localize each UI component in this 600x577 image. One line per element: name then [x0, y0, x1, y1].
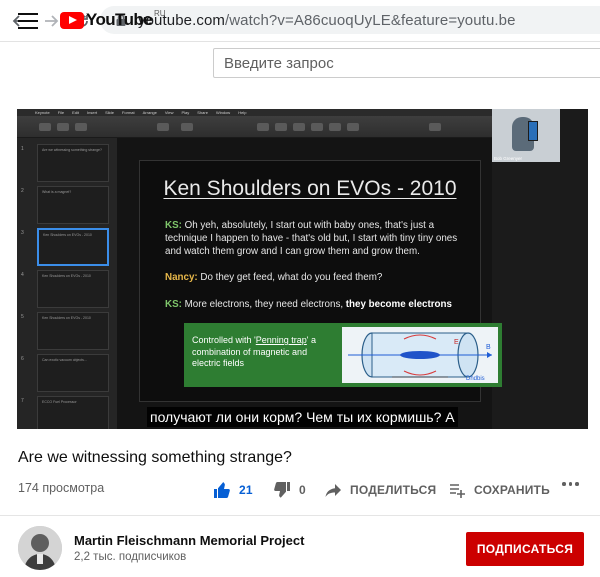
forward-arrow-icon — [45, 14, 59, 27]
keynote-menu-item: Arrange — [142, 110, 157, 115]
keynote-menu-item: Format — [121, 110, 135, 115]
keynote-menu-item: Edit — [72, 110, 80, 115]
url-path: /watch?v=A86cuoqUyLE&feature=youtu.be — [224, 11, 516, 29]
webcam-overlay: Bob Greenyer — [492, 109, 560, 162]
diagram-credit: Dhdbis — [466, 376, 485, 382]
slide-thumbnail-number: 1 — [21, 146, 24, 152]
slide-thumbnail-label: ECCO Fuel Processor — [42, 400, 77, 404]
video-title: Are we witnessing something strange? — [18, 449, 292, 466]
share-button[interactable]: ПОДЕЛИТЬСЯ — [324, 481, 436, 499]
quote-text: Oh yeh, absolutely, I start out with bab… — [165, 220, 458, 257]
like-button[interactable]: 21 — [213, 481, 253, 499]
slide-paragraph-2: Nancy: Do they get feed, what do you fee… — [165, 271, 465, 284]
video-player[interactable]: Keynote File Edit Insert Slide Format Arrange V… — [17, 109, 588, 429]
slide-thumbnail-label: Ken Shoulders on EVOs - 2010 — [43, 233, 92, 237]
channel-avatar[interactable] — [18, 526, 62, 570]
save-button[interactable]: СОХРАНИТЬ — [448, 481, 550, 499]
view-count: 174 просмотра — [18, 481, 105, 495]
keynote-toolbar — [17, 116, 492, 138]
keynote-slide-navigator: 1 Are we witnessing something strange? 2 Wh… — [17, 138, 117, 429]
like-count: 21 — [239, 483, 253, 497]
logo-text: YouTube — [86, 10, 153, 29]
slide-thumbnail-number: 4 — [21, 272, 24, 278]
keynote-menu-item: File — [57, 110, 65, 115]
keynote-menubar: Keynote File Edit Insert Slide Format Arrange V… — [17, 109, 492, 116]
slide-paragraph-3: KS: More electrons, they need electrons,… — [165, 298, 465, 311]
slide-thumbnail-number: 3 — [21, 230, 24, 236]
video-subtitle: получают ли они корм? Чем ты их кормишь?… — [147, 407, 458, 427]
keynote-menu-item: Slide — [105, 110, 114, 115]
slide-paragraph-1: KS: Oh yeh, absolutely, I start out with… — [165, 219, 465, 258]
save-label: СОХРАНИТЬ — [474, 483, 550, 497]
slide-thumbnail: ECCO Fuel Processor — [37, 396, 109, 429]
forward-button[interactable] — [40, 10, 62, 32]
slide-thumbnail-label: Ken Shoulders on EVOs - 2010 — [42, 316, 91, 320]
quote-text: Do they get feed, what do you feed them? — [197, 272, 383, 283]
keynote-menu-item: Help — [238, 110, 247, 115]
slide-thumbnail: Are we witnessing something strange? — [37, 144, 109, 182]
channel-name[interactable]: Martin Fleischmann Memorial Project — [74, 533, 304, 548]
slide-thumbnail-number: 7 — [21, 398, 24, 404]
logo-region: RU — [154, 8, 166, 18]
speaker-ks: KS: — [165, 220, 182, 231]
share-icon — [325, 484, 341, 497]
keynote-menu-item: Window — [215, 110, 231, 115]
keynote-menu-item: View — [164, 110, 174, 115]
thumbs-up-icon — [214, 482, 230, 498]
playlist-add-icon — [450, 484, 465, 498]
speaker-ks: KS: — [165, 299, 182, 310]
keynote-menu-item: Play — [181, 110, 190, 115]
quote-bold: they become electrons — [345, 299, 452, 310]
dislike-button[interactable]: 0 — [273, 481, 306, 499]
search-input[interactable] — [213, 48, 600, 78]
speaker-nancy: Nancy: — [165, 272, 198, 283]
keynote-menu-item: Keynote — [35, 110, 50, 115]
slide-thumbnail: Can exotic vacuum objects... — [37, 354, 109, 392]
slide-thumbnail-number: 2 — [21, 188, 24, 194]
phone-screen — [528, 121, 538, 141]
slide-thumbnail: Ken Shoulders on EVOs - 2010 — [37, 270, 109, 308]
avatar-photo — [18, 526, 62, 570]
address-bar[interactable]: youtube.com/watch?v=A86cuoqUyLE&feature=… — [100, 6, 600, 34]
slide-thumbnail: What is a magnet? — [37, 186, 109, 224]
youtube-play-icon — [60, 11, 84, 29]
menu-icon[interactable] — [18, 13, 38, 29]
slide-title: Ken Shoulders on EVOs - 2010 — [163, 177, 457, 200]
share-label: ПОДЕЛИТЬСЯ — [350, 483, 437, 497]
keynote-menu-item: Insert — [87, 110, 98, 115]
slide-canvas: Ken Shoulders on EVOs - 2010 KS: Oh yeh,… — [139, 160, 502, 402]
webcam-name: Bob Greenyer — [494, 156, 523, 161]
subscriber-count: 2,2 тыс. подписчиков — [74, 551, 187, 563]
divider — [0, 515, 600, 516]
slide-thumbnail-label: What is a magnet? — [42, 190, 72, 194]
slide-thumbnail-number: 5 — [21, 314, 24, 320]
diagram-label-e: E — [454, 339, 459, 346]
slide-thumbnail-label: Are we witnessing something strange? — [42, 148, 102, 152]
dislike-count: 0 — [299, 483, 306, 497]
thumbs-down-icon — [274, 482, 290, 498]
slide-thumbnail-number: 6 — [21, 356, 24, 362]
penning-trap-box: Controlled with 'Penning trap' a combina… — [184, 323, 502, 387]
url-text: youtube.com/watch?v=A86cuoqUyLE&feature=… — [138, 12, 516, 29]
slide-thumbnail-label: Can exotic vacuum objects... — [42, 358, 87, 362]
quote-text: More electrons, they need electrons, — [181, 299, 346, 310]
penning-trap-text: Controlled with 'Penning trap' a combina… — [192, 335, 317, 368]
penning-trap-diagram: E B Dhdbis — [342, 327, 498, 383]
subscribe-button[interactable]: ПОДПИСАТЬСЯ — [466, 532, 584, 566]
slide-thumbnail: Ken Shoulders on EVOs - 2010 — [37, 312, 109, 350]
slide-thumbnail: Ken Shoulders on EVOs - 2010 — [37, 228, 109, 266]
diagram-label-b: B — [486, 344, 491, 351]
keynote-menu-item: Share — [197, 110, 208, 115]
more-actions-icon[interactable] — [562, 482, 579, 486]
slide-thumbnail-label: Ken Shoulders on EVOs - 2010 — [42, 274, 91, 278]
youtube-logo[interactable]: YouTube RU — [60, 8, 166, 30]
